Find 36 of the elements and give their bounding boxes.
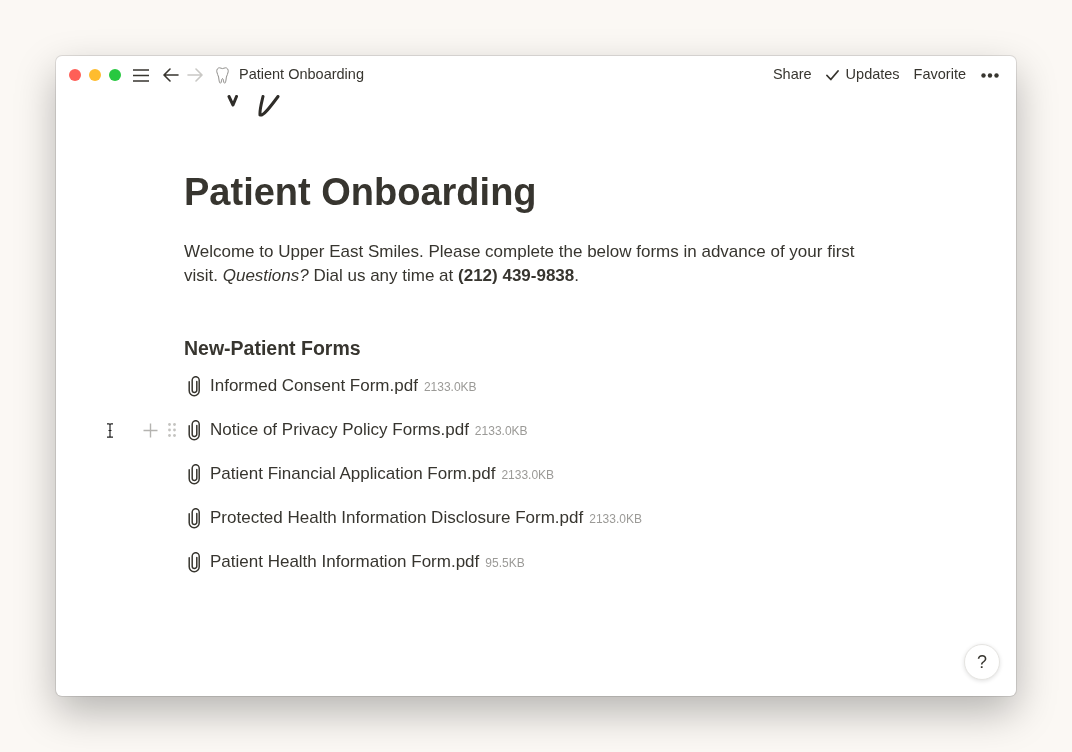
forward-arrow-icon[interactable] — [187, 68, 203, 82]
paperclip-icon — [187, 375, 202, 397]
tooth-icon — [216, 66, 229, 84]
file-size: 95.5KB — [485, 555, 525, 572]
paperclip-icon — [187, 507, 202, 529]
zoom-button[interactable] — [109, 69, 121, 81]
topbar-action-button[interactable]: Favorite — [913, 64, 966, 86]
file-name-link[interactable]: Patient Health Information Form.pdf — [210, 549, 480, 575]
page-title: Patient Onboarding — [184, 170, 537, 215]
file-name-link[interactable]: Protected Health Information Disclosure Form.pdf — [210, 505, 584, 531]
updates-button[interactable]: Updates — [825, 64, 900, 86]
file-name-link[interactable]: Patient Financial Application Form.pdf — [210, 461, 496, 487]
help-button[interactable]: ? — [964, 644, 1000, 680]
plus-icon[interactable] — [143, 422, 158, 438]
more-icon[interactable] — [981, 72, 999, 78]
paperclip-icon — [187, 551, 202, 573]
file-size: 2133.0KB — [501, 467, 555, 484]
section-heading: New-Patient Forms — [184, 336, 361, 361]
drag-handle-icon[interactable] — [168, 423, 176, 437]
check-icon — [825, 69, 839, 81]
back-arrow-icon[interactable] — [163, 68, 179, 82]
text-cursor-icon — [106, 422, 114, 438]
menu-icon[interactable] — [133, 68, 149, 82]
paperclip-icon — [187, 463, 202, 485]
minimize-button[interactable] — [89, 69, 101, 81]
file-size: 2133.0KB — [474, 423, 528, 440]
paperclip-icon — [187, 419, 202, 441]
intro-paragraph: Welcome to Upper East Smiles. Please complete the below forms in advance of your first visit. Questions? Dial us any time at (212) 439-9838. — [184, 241, 856, 287]
scribble-icon — [227, 95, 281, 118]
close-button[interactable] — [69, 69, 81, 81]
file-size: 2133.0KB — [589, 511, 642, 528]
topbar-action-button[interactable]: Share — [772, 64, 812, 86]
breadcrumb-title[interactable]: Patient Onboarding — [239, 64, 364, 86]
file-name-link[interactable]: Informed Consent Form.pdf — [210, 373, 418, 399]
file-size: 2133.0KB — [423, 379, 477, 396]
file-name-link[interactable]: Notice of Privacy Policy Forms.pdf — [210, 417, 469, 443]
